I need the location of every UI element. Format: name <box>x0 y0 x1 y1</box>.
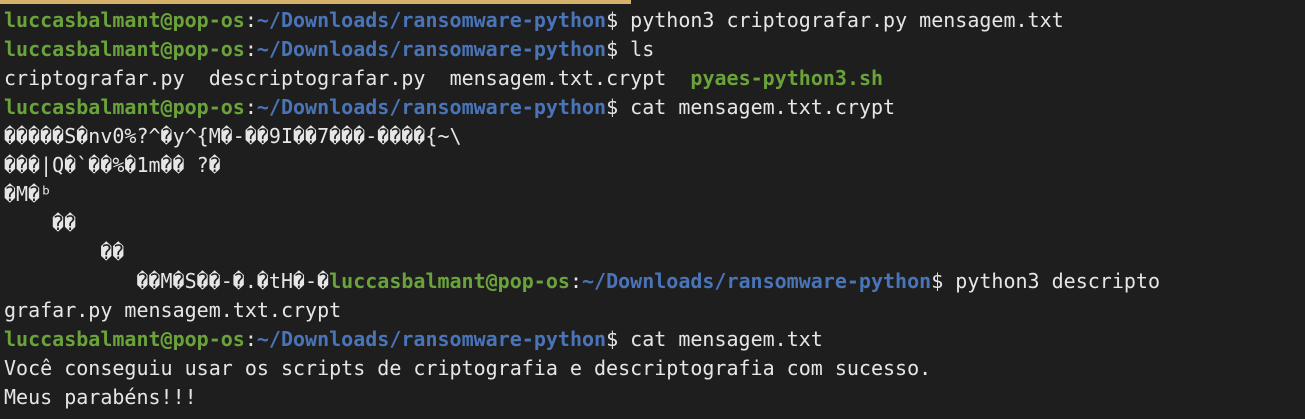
prompt-separator: : <box>244 95 257 119</box>
prompt-separator: : <box>569 269 582 293</box>
prompt-separator: : <box>244 8 257 32</box>
prompt-symbol: $ <box>606 37 631 61</box>
encrypted-output-line: �����S�nv0%?^�y^{M�-��9I��7���-����{~\ <box>4 124 462 148</box>
decrypted-output-line: Meus parabéns!!! <box>4 385 197 409</box>
executable-file-entry: pyaes-python3.sh <box>690 66 884 90</box>
command-text: python3 criptografar.py mensagem.txt <box>630 8 1064 32</box>
command-text: ls <box>630 37 655 61</box>
encrypted-output-line: �� <box>4 240 125 264</box>
command-continuation-line: grafar.py mensagem.txt.crypt <box>4 298 342 322</box>
file-entry: criptografar.py <box>4 66 185 90</box>
file-entry: descriptografar.py <box>208 66 426 90</box>
terminal-window[interactable]: luccasbalmant@pop-os:~/Downloads/ransomw… <box>0 0 1305 419</box>
prompt-path: ~/Downloads/ransomware-python <box>256 8 607 32</box>
prompt-user-host: luccasbalmant@pop-os <box>4 327 245 351</box>
command-text: cat mensagem.txt <box>630 327 823 351</box>
encrypted-output-line: �M�ᵇ <box>4 182 53 206</box>
prompt-symbol: $ <box>606 95 631 119</box>
prompt-user-host: luccasbalmant@pop-os <box>4 8 245 32</box>
prompt-path: ~/Downloads/ransomware-python <box>581 269 932 293</box>
file-entry: mensagem.txt.crypt <box>449 66 667 90</box>
prompt-symbol: $ <box>606 8 631 32</box>
prompt-symbol: $ <box>606 327 631 351</box>
encrypted-output-line: �� <box>4 211 77 235</box>
prompt-path: ~/Downloads/ransomware-python <box>256 95 607 119</box>
command-text: cat mensagem.txt.crypt <box>630 95 896 119</box>
encrypted-output-line: ���|Q�`��%�1m�� ?� <box>4 153 221 177</box>
command-line: ��M�S��-�.�tH�-�luccasbalmant@pop-os:~/D… <box>4 267 1303 296</box>
command-line: luccasbalmant@pop-os:~/Downloads/ransomw… <box>4 6 1303 35</box>
command-line: luccasbalmant@pop-os:~/Downloads/ransomw… <box>4 325 1303 354</box>
prompt-user-host: luccasbalmant@pop-os <box>4 95 245 119</box>
terminal-output: luccasbalmant@pop-os:~/Downloads/ransomw… <box>4 6 1303 412</box>
prompt-symbol: $ <box>931 269 956 293</box>
prompt-path: ~/Downloads/ransomware-python <box>256 327 607 351</box>
prompt-user-host: luccasbalmant@pop-os <box>4 37 245 61</box>
command-line: luccasbalmant@pop-os:~/Downloads/ransomw… <box>4 93 1303 122</box>
prompt-separator: : <box>244 327 257 351</box>
prompt-user-host: luccasbalmant@pop-os <box>329 269 570 293</box>
encrypted-output-tail: ��M�S��-�.�tH�-� <box>4 269 330 293</box>
decrypted-output-line: Você conseguiu usar os scripts de cripto… <box>4 356 932 380</box>
prompt-path: ~/Downloads/ransomware-python <box>256 37 607 61</box>
prompt-separator: : <box>244 37 257 61</box>
command-line: luccasbalmant@pop-os:~/Downloads/ransomw… <box>4 35 1303 64</box>
title-accent-bar <box>0 0 631 4</box>
command-text: python3 descripto <box>955 269 1160 293</box>
ls-output-line: criptografar.py descriptografar.py mensa… <box>4 64 1303 93</box>
